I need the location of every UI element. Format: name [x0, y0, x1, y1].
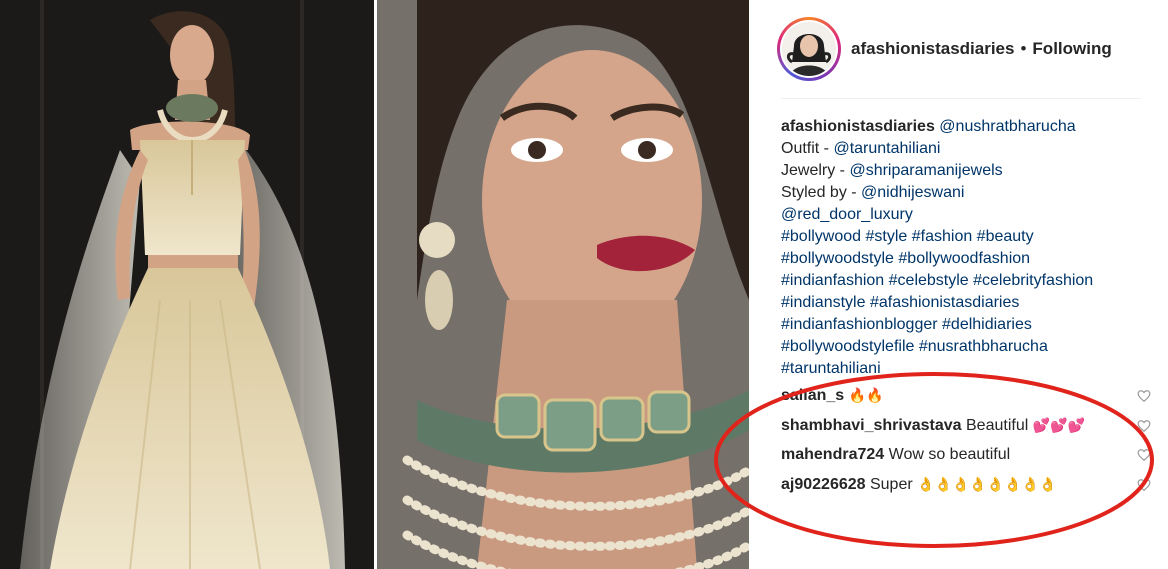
outfit-label: Outfit -: [781, 140, 834, 157]
avatar-illustration: [782, 22, 836, 76]
caption-mention[interactable]: @nushratbharucha: [939, 118, 1075, 135]
hashtag-line[interactable]: #bollywood #style #fashion #beauty: [781, 226, 1151, 248]
comment-item: mahendra724 Wow so beautiful: [781, 444, 1161, 474]
outfit-handle[interactable]: @taruntahiliani: [833, 140, 940, 157]
heart-outline-icon[interactable]: [1137, 419, 1151, 433]
post-photo-right[interactable]: [377, 0, 749, 569]
heart-outline-icon[interactable]: [1137, 448, 1151, 462]
post-side-panel: afashionistasdiaries • Following afashio…: [763, 0, 1168, 569]
comment-text: Beautiful: [966, 416, 1029, 434]
hashtag-line[interactable]: #bollywoodstylefile #nusrathbharucha: [781, 336, 1151, 358]
jewelry-label: Jewelry -: [781, 162, 850, 179]
heart-outline-icon[interactable]: [1137, 478, 1151, 492]
post-caption: afashionistasdiaries @nushratbharucha Ou…: [781, 116, 1151, 380]
post-photo-left[interactable]: [0, 0, 374, 569]
hashtag-line[interactable]: #bollywoodstyle #bollywoodfashion: [781, 248, 1151, 270]
comment-emoji: 👌👌👌👌👌👌👌👌: [917, 476, 1057, 493]
post-author-username[interactable]: afashionistasdiaries: [851, 39, 1014, 59]
profile-avatar[interactable]: [777, 17, 841, 81]
comment-text: Super: [869, 475, 913, 493]
hashtag-line[interactable]: #indianfashionblogger #delhidiaries: [781, 314, 1151, 336]
header-divider: [781, 98, 1141, 99]
heart-outline-icon[interactable]: [1137, 389, 1151, 403]
outfit-illustration: [0, 0, 374, 569]
comment-username[interactable]: mahendra724: [781, 446, 884, 463]
post-header: afashionistasdiaries • Following: [777, 14, 1142, 84]
comments-list: salian_s 🔥🔥 shambhavi_shrivastava Beauti…: [781, 385, 1161, 503]
hashtag-line[interactable]: #indianstyle #afashionistasdiaries: [781, 292, 1151, 314]
comment-username[interactable]: aj90226628: [781, 476, 866, 493]
hashtag-line[interactable]: #taruntahiliani: [781, 358, 1151, 380]
hashtag-line[interactable]: #indianfashion #celebstyle #celebrityfas…: [781, 270, 1151, 292]
styled-handle[interactable]: @nidhijeswani: [861, 184, 964, 201]
jewelry-handle[interactable]: @shriparamanijewels: [849, 162, 1002, 179]
comment-item: shambhavi_shrivastava Beautiful 💕💕💕: [781, 415, 1161, 445]
comment-emoji: 🔥🔥: [848, 388, 884, 404]
extra-handle[interactable]: @red_door_luxury: [781, 206, 913, 223]
comment-text: Wow so beautiful: [888, 446, 1011, 463]
comment-emoji: 💕💕💕: [1032, 417, 1086, 434]
comment-item: aj90226628 Super 👌👌👌👌👌👌👌👌: [781, 474, 1161, 504]
comment-item: salian_s 🔥🔥: [781, 385, 1161, 415]
caption-username[interactable]: afashionistasdiaries: [781, 118, 935, 135]
portrait-illustration: [377, 0, 749, 569]
following-button[interactable]: Following: [1032, 39, 1111, 59]
comment-username[interactable]: salian_s: [781, 387, 844, 404]
styled-label: Styled by -: [781, 184, 862, 201]
comment-username[interactable]: shambhavi_shrivastava: [781, 417, 962, 434]
header-separator: •: [1020, 39, 1027, 58]
